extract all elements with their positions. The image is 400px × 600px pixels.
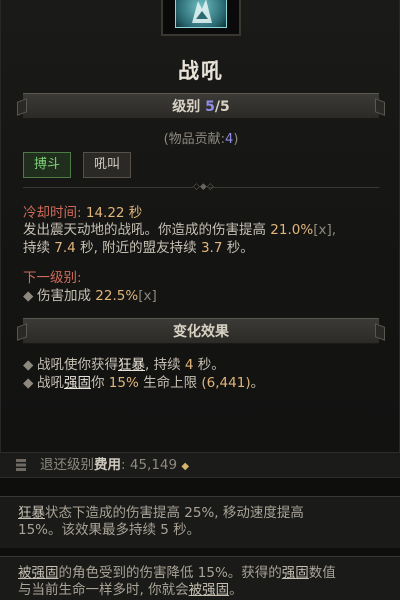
- modifiers-banner: 变化效果: [23, 318, 379, 344]
- skill-tooltip-panel: 战吼 级别 5/5 (物品贡献:4) 搏斗 吼叫 ◇◆◇ 冷却时间: 14.22…: [0, 0, 400, 452]
- damage-bonus-value: 21.0%: [270, 222, 314, 238]
- berserk-term-link[interactable]: 狂暴: [118, 357, 145, 373]
- fortify-tooltip: 被强固的角色受到的伤害降低 15%。获得的强固数值 与当前生命一样多时, 你就会…: [0, 556, 400, 600]
- modifier-item: ◆ 战吼强固你 15% 生命上限 (6,441)。: [23, 375, 383, 392]
- modifier-text: 你: [91, 375, 109, 391]
- war-cry-icon: [175, 0, 227, 28]
- cooldown-label: 冷却时间:: [23, 205, 82, 221]
- refund-label: 退还级别: [40, 457, 94, 473]
- ally-duration-value: 3.7: [200, 240, 223, 256]
- modifier-text: 战吼: [37, 375, 64, 391]
- berserk-tooltip: 狂暴状态下造成的伤害提高 25%, 移动速度提高 15%。该效果最多持续 5 秒…: [0, 496, 400, 548]
- next-rank-label-text: 下一级别:: [23, 270, 82, 286]
- next-rank-value: 22.5%: [95, 288, 139, 304]
- berserk-term: 狂暴: [18, 505, 45, 521]
- gold-icon: ◆: [181, 461, 190, 472]
- modifier-text: 战吼使你获得: [37, 357, 118, 373]
- desc-text: 秒, 附近的盟友持续: [75, 240, 201, 256]
- tag-shout: 吼叫: [83, 152, 132, 178]
- cooldown-value: 14.22 秒: [85, 205, 143, 221]
- fortify-text: 与当前生命一样多时, 你就会: [18, 582, 189, 598]
- fortify-text: 。: [229, 582, 243, 598]
- duration-value: 7.4: [54, 240, 76, 256]
- next-rank-item: ◆ 伤害加成 22.5%[x]: [23, 288, 383, 305]
- refund-rank-button[interactable]: 退还级别费用: 45,149 ◆: [0, 452, 400, 478]
- bullet-icon: ◆: [23, 288, 34, 304]
- item-contribution: (物品贡献:4): [1, 128, 400, 147]
- rank-max: 5: [220, 99, 230, 115]
- refund-text: 退还级别费用: 45,149 ◆: [40, 453, 189, 479]
- skill-name: 战吼: [178, 59, 224, 83]
- fortify-term: 被强固: [188, 582, 230, 598]
- description-line-1: 发出震天动地的战吼。你造成的伤害提高 21.0%[x],: [23, 222, 383, 239]
- refund-icon: [16, 459, 26, 471]
- desc-text: 持续: [23, 240, 55, 256]
- next-rank-text: 伤害加成: [37, 288, 96, 304]
- cooldown-line: 冷却时间: 14.22 秒: [23, 205, 383, 222]
- modifier-item: ◆ 战吼使你获得狂暴, 持续 4 秒。: [23, 357, 383, 374]
- modifier-value: 15%: [108, 375, 139, 391]
- skill-icon-frame: [161, 0, 241, 36]
- modifier-text: 。: [250, 375, 265, 391]
- next-rank-label: 下一级别:: [23, 270, 383, 287]
- bullet-icon: ◆: [23, 357, 34, 373]
- rank-current: 5: [205, 99, 215, 115]
- fortify-text: 数值: [308, 565, 336, 581]
- berserk-text: 15%。该效果最多持续 5 秒。: [18, 522, 201, 538]
- divider-ornament-icon: ◇◆◇: [193, 182, 214, 192]
- fortify-term-link[interactable]: 强固: [64, 375, 91, 391]
- fortify-text: 的角色受到的伤害降低 15%。获得的: [58, 565, 282, 581]
- cost-value: 45,149: [129, 457, 178, 473]
- bullet-icon: ◆: [23, 375, 34, 391]
- rank-banner: 级别 5/5: [23, 93, 379, 119]
- multiplier-tag: [x],: [313, 222, 337, 238]
- fortify-term: 被强固: [18, 565, 59, 581]
- modifier-text: 生命上限: [138, 375, 202, 391]
- fortify-term: 强固: [281, 565, 309, 581]
- rank-label: 级别: [172, 99, 201, 115]
- berserk-text: 状态下造成的伤害提高 25%, 移动速度提高: [45, 505, 304, 521]
- cost-colon: :: [121, 457, 126, 473]
- desc-text: 秒。: [222, 240, 254, 256]
- tag-brawling: 搏斗: [23, 152, 72, 178]
- description-line-2: 持续 7.4 秒, 附近的盟友持续 3.7 秒。: [23, 240, 383, 257]
- modifier-text: 秒。: [193, 357, 225, 373]
- modifier-value: (6,441): [201, 375, 251, 391]
- desc-text: 发出震天动地的战吼。你造成的伤害提高: [23, 222, 271, 238]
- contribution-prefix: (物品贡献:: [163, 132, 226, 147]
- contribution-suffix: ): [233, 132, 239, 147]
- multiplier-tag: [x]: [138, 288, 157, 304]
- cost-label: 费用: [94, 457, 121, 473]
- modifier-text: , 持续: [145, 357, 185, 373]
